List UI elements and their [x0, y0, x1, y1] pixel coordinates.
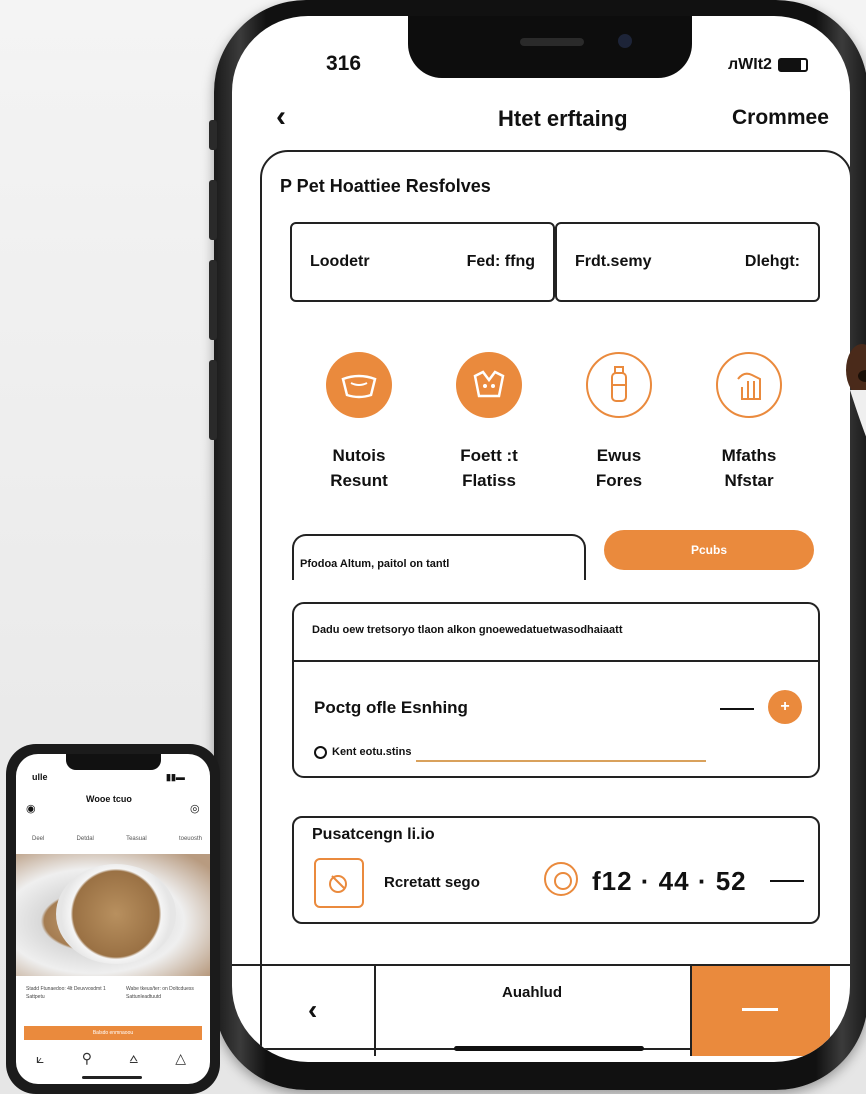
mini-tab[interactable]: Teasual: [126, 836, 147, 842]
mini-action-button[interactable]: Balsdo enmnaoou: [24, 1026, 202, 1040]
volume-up-button: [209, 180, 217, 240]
bottom-back-cell: ‹: [232, 966, 376, 1056]
schedule-label: Rcretatt sego: [384, 874, 480, 891]
main-phone: 316 лWIt2 ‹ Htet erftaing Crommee P Pet …: [209, 0, 866, 1090]
mini-home-indicator: [82, 1076, 142, 1079]
category-grid: Nutois Resunt Foett :t Flatiss Ewus Fores M…: [304, 352, 804, 493]
mini-page-title: Wooe tcuo: [86, 794, 132, 804]
mute-switch: [209, 120, 217, 150]
category-ewus[interactable]: Ewus Fores: [564, 352, 674, 493]
mini-nav-edit-icon[interactable]: ⟀: [36, 1050, 44, 1067]
mini-text-right: Wabe tkeus/ter: on Doltcduess Sattunlead…: [126, 986, 194, 1000]
status-right: лWIt2: [728, 56, 808, 74]
tab-dlehgt[interactable]: Dlehgt:: [745, 253, 800, 271]
search-input[interactable]: Pfodoa Altum, paitol on tantl: [292, 534, 586, 580]
status-time: 316: [326, 52, 362, 75]
tab-bar: Loodetr Fed: ffng Frdt.semy Dlehgt:: [290, 222, 820, 302]
side-button: [209, 360, 217, 440]
divider: [294, 660, 818, 662]
mini-tab[interactable]: Deel: [32, 836, 44, 842]
header-action-button[interactable]: Crommee: [732, 106, 829, 130]
battery-icon: [777, 58, 808, 72]
page-title: Htet erftaing: [498, 106, 628, 131]
mini-food-bowl: [56, 864, 176, 964]
dog-image: [846, 344, 866, 437]
schedule-title: Pusatcengn li.io: [312, 826, 435, 843]
mini-settings-icon[interactable]: ◉: [26, 802, 36, 815]
clock-icon: [544, 862, 578, 896]
schedule-time[interactable]: f12 · 44 · 52: [592, 866, 747, 897]
mini-tab[interactable]: toeuosth: [179, 836, 202, 842]
back-button[interactable]: ‹: [276, 100, 286, 134]
mini-tabs: Deel Detdal Teasual toeuosth: [32, 836, 202, 842]
category-label-line2: Resunt: [330, 470, 388, 490]
category-label-line2: Flatiss: [462, 470, 516, 490]
mini-battery-icon: ▮▮▬: [166, 772, 185, 782]
back-arrow-button[interactable]: ‹: [308, 994, 317, 1026]
category-label-line1: Foett :t: [460, 446, 518, 465]
mini-screen: ulle ▮▮▬ Wooe tcuo ◉ ◎ Deel Detdal Teasu…: [16, 754, 210, 1084]
bottom-bar: ‹ Auahlud: [232, 964, 850, 1056]
mini-nav-search-icon[interactable]: ⚲: [82, 1050, 92, 1067]
tab-fridt-semy[interactable]: Frdt.semy: [575, 253, 651, 271]
feeder-icon[interactable]: [314, 858, 364, 908]
category-mfaths[interactable]: Mfaths Nfstar: [694, 352, 804, 493]
tab-group-1: Loodetr Fed: ffng: [290, 222, 555, 302]
camera-icon: [618, 34, 632, 48]
mini-nav: ⟀ ⚲ ⩟ △: [36, 1050, 186, 1067]
mini-nav-upload-icon[interactable]: ⩟: [129, 1050, 138, 1067]
radio-button[interactable]: [314, 746, 327, 759]
mini-nav-bell-icon[interactable]: △: [175, 1050, 186, 1067]
category-label-line2: Nfstar: [724, 470, 774, 490]
category-label-line2: Fores: [595, 470, 643, 490]
category-label-line1: Nutois: [332, 446, 386, 465]
tab-group-2: Frdt.semy Dlehgt:: [555, 222, 820, 302]
pet-food-icon: [456, 352, 522, 418]
category-label-line1: Ewus: [596, 446, 642, 465]
home-indicator: [454, 1046, 644, 1051]
minus-icon[interactable]: [720, 708, 754, 710]
info-description: Dadu oew tretsoryo tlaon alkon gnoewedat…: [312, 624, 623, 636]
input-underline[interactable]: [416, 760, 706, 762]
search-button[interactable]: Pcubs: [604, 530, 814, 570]
tab-loodetr[interactable]: Loodetr: [310, 253, 370, 271]
top-bar: ‹ Htet erftaing Crommee: [232, 100, 850, 140]
mini-phone: ulle ▮▮▬ Wooe tcuo ◉ ◎ Deel Detdal Teasu…: [6, 744, 220, 1094]
volume-down-button: [209, 260, 217, 340]
info-heading: Poctg ofle Esnhing: [314, 698, 468, 717]
category-label-line1: Mfaths: [721, 446, 777, 465]
add-button[interactable]: +: [768, 690, 802, 724]
speaker: [520, 38, 584, 46]
mini-text-left: Stadd Ftunaedoo: 4lt Deuvvosdmt 1 Sattpe…: [26, 986, 106, 1000]
bottle-icon: [586, 352, 652, 418]
mini-notch: [66, 754, 161, 770]
category-nutois[interactable]: Nutois Resunt: [304, 352, 414, 493]
carrier-label: лWIt2: [728, 56, 772, 73]
category-foett[interactable]: Foett :t Flatiss: [434, 352, 544, 493]
mini-tab[interactable]: Detdal: [77, 836, 94, 842]
minus-icon[interactable]: [770, 880, 804, 882]
bottom-center-label[interactable]: Auahlud: [502, 984, 562, 1001]
bottom-action-button[interactable]: [690, 966, 830, 1056]
phone-screen: 316 лWIt2 ‹ Htet erftaing Crommee P Pet …: [232, 16, 850, 1062]
mini-profile-icon[interactable]: ◎: [190, 802, 200, 815]
mini-status-time: ulle: [32, 772, 48, 782]
tab-feeding[interactable]: Fed: ffng: [467, 253, 535, 271]
pet-hand-icon: [716, 352, 782, 418]
notch: [408, 16, 692, 78]
radio-label: Kent eotu.stins: [332, 746, 412, 758]
info-card: Dadu oew tretsoryo tlaon alkon gnoewedat…: [292, 602, 820, 778]
section-title: P Pet Hoattiee Resfolves: [280, 176, 491, 196]
food-bowl-icon: [326, 352, 392, 418]
schedule-card: Pusatcengn li.io Rcretatt sego f12 · 44 …: [292, 816, 820, 924]
